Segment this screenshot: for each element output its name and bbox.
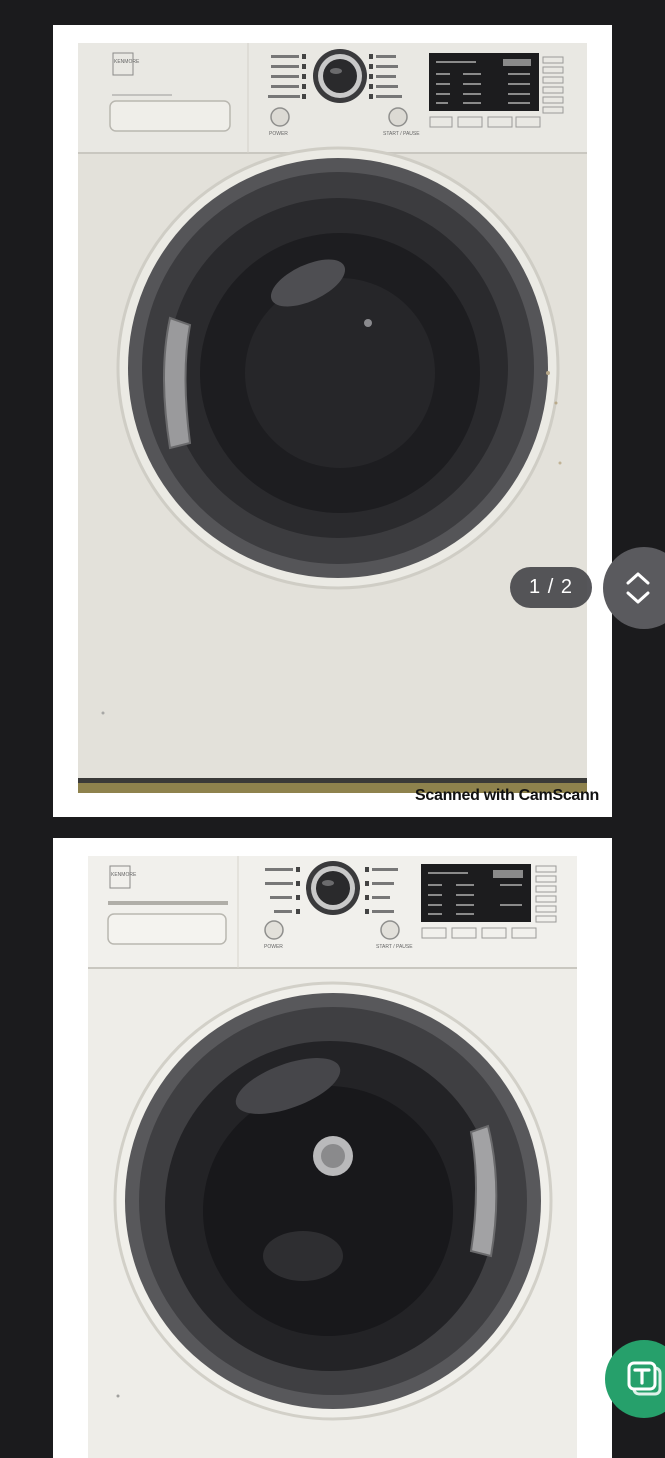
washer-photo-2: KENMORE POWER START / PAUSE	[88, 856, 577, 1458]
washer-photo-1: KENMORE POWER START / PAUSE	[78, 43, 587, 793]
start-pause-label-2: START / PAUSE	[376, 944, 413, 950]
translate-fab-button[interactable]	[605, 1340, 665, 1418]
translate-t-icon	[627, 1361, 662, 1396]
expand-collapse-chevrons-icon	[626, 572, 650, 604]
document-page-1: KENMORE POWER START / PAUSE Scanned with…	[53, 25, 612, 817]
washer-illustration-1: KENMORE POWER START / PAUSE	[78, 43, 587, 793]
brand-logo-text: KENMORE	[114, 59, 140, 65]
page-navigation-button[interactable]	[603, 547, 665, 629]
start-pause-label: START / PAUSE	[383, 131, 420, 137]
washer-illustration-2: KENMORE POWER START / PAUSE	[88, 856, 577, 1458]
power-label-2: POWER	[264, 944, 283, 950]
scan-watermark: Scanned with CamScann	[415, 787, 599, 804]
page-indicator: 1 / 2	[510, 567, 592, 608]
power-label: POWER	[269, 131, 288, 137]
brand-logo-text-2: KENMORE	[111, 872, 137, 878]
document-page-2: KENMORE POWER START / PAUSE	[53, 838, 612, 1458]
